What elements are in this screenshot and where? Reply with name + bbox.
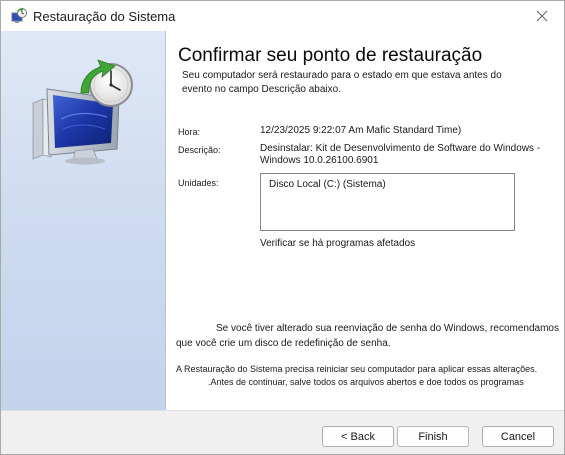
close-icon (536, 10, 548, 22)
description-label: Descrição: (178, 145, 221, 155)
content-area: Confirmar seu ponto de restauração Seu c… (166, 31, 564, 410)
restart-note-line-2: .Antes de continuar, salve todos os arqu… (208, 377, 524, 387)
title-bar: Restauração do Sistema (1, 1, 564, 31)
computer-restore-clock-icon (32, 59, 133, 165)
page-title: Confirmar seu ponto de restauração (178, 45, 483, 66)
check-affected-programs-link[interactable]: Verificar se há programas afetados (260, 238, 415, 249)
password-note-line-2: que você crie um disco de redefinição de… (176, 338, 391, 349)
cancel-button[interactable]: Cancel (482, 426, 554, 447)
button-bar: < Back Finish Cancel (1, 410, 564, 454)
close-button[interactable] (520, 1, 564, 31)
system-restore-window: Restauração do Sistema Confirmar seu pon… (0, 0, 565, 455)
page-subtitle: Seu computador será restaurado para o es… (182, 70, 502, 95)
time-label: Hora: (178, 127, 201, 137)
drives-list-item[interactable]: Disco Local (C:) (Sistema) (269, 179, 386, 190)
restart-note-line-1: A Restauração do Sistema precisa reinici… (176, 364, 538, 374)
drives-list[interactable]: Disco Local (C:) (Sistema) (260, 173, 515, 231)
window-title: Restauração do Sistema (33, 9, 176, 24)
restart-note: A Restauração do Sistema precisa reinici… (176, 363, 564, 389)
system-restore-icon (10, 7, 28, 25)
left-decorative-panel (1, 31, 165, 410)
description-value: Desinstalar: Kit de Desenvolvimento de S… (260, 143, 541, 166)
back-button[interactable]: < Back (322, 426, 394, 447)
password-note-line-1: Se você tiver alterado sua reenviação de… (216, 323, 559, 334)
finish-button[interactable]: Finish (397, 426, 469, 447)
password-reset-note: Se você tiver alterado sua reenviação de… (176, 321, 564, 351)
time-value: 12/23/2025 9:22:07 Am Mafic Standard Tim… (260, 125, 462, 136)
drives-label: Unidades: (178, 178, 219, 188)
